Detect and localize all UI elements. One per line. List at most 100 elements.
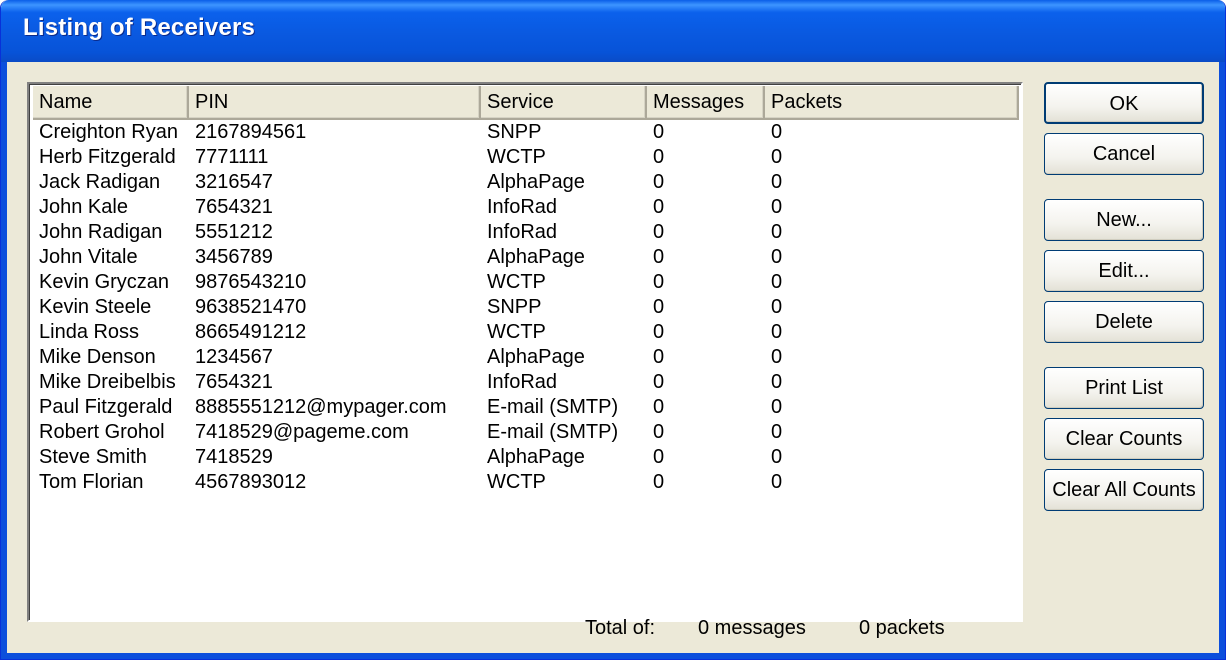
- clear-all-counts-button[interactable]: Clear All Counts: [1044, 469, 1204, 511]
- cell-messages: 0: [653, 446, 665, 468]
- cell-messages: 0: [653, 146, 665, 168]
- table-row[interactable]: Kevin Gryczan 9876543210 WCTP 0 0: [33, 270, 1019, 295]
- cell-pin: 8665491212: [195, 321, 307, 343]
- cell-messages: 0: [653, 271, 665, 293]
- cell-name: Kevin Gryczan: [39, 271, 170, 293]
- cell-packets: 0: [771, 221, 783, 243]
- column-header-pin[interactable]: PIN: [189, 86, 481, 120]
- cell-name: Jack Radigan: [39, 171, 161, 193]
- window-border-left: [1, 62, 7, 659]
- new-button[interactable]: New...: [1044, 199, 1204, 241]
- cell-pin: 9638521470: [195, 296, 307, 318]
- table-row[interactable]: Jack Radigan 3216547 AlphaPage 0 0: [33, 170, 1019, 195]
- edit-button[interactable]: Edit...: [1044, 250, 1204, 292]
- table-row[interactable]: Tom Florian 4567893012 WCTP 0 0: [33, 470, 1019, 495]
- table-row[interactable]: Mike Dreibelbis 7654321 InfoRad 0 0: [33, 370, 1019, 395]
- cell-name: John Vitale: [39, 246, 138, 268]
- cell-service: E-mail (SMTP): [487, 396, 619, 418]
- cell-messages: 0: [653, 221, 665, 243]
- table-row[interactable]: Creighton Ryan 2167894561 SNPP 0 0: [33, 120, 1019, 145]
- cell-name: John Kale: [39, 196, 128, 218]
- cell-service: AlphaPage: [487, 346, 585, 368]
- cell-pin: 7418529@pageme.com: [195, 421, 409, 443]
- list-rows: Creighton Ryan 2167894561 SNPP 0 0 Herb Fitzg…: [33, 120, 1019, 495]
- cell-service: WCTP: [487, 321, 546, 343]
- cell-service: WCTP: [487, 146, 546, 168]
- cell-service: AlphaPage: [487, 446, 585, 468]
- cell-pin: 7771111: [195, 146, 269, 168]
- cell-pin: 7654321: [195, 196, 273, 218]
- window-border-bottom: [1, 653, 1225, 659]
- cell-pin: 2167894561: [195, 121, 307, 143]
- cell-messages: 0: [653, 371, 665, 393]
- cell-packets: 0: [771, 296, 783, 318]
- title-bar[interactable]: Listing of Receivers: [1, 0, 1225, 62]
- table-row[interactable]: Steve Smith 7418529 AlphaPage 0 0: [33, 445, 1019, 470]
- cell-pin: 3216547: [195, 171, 273, 193]
- cell-service: SNPP: [487, 121, 542, 143]
- cell-messages: 0: [653, 246, 665, 268]
- cell-service: WCTP: [487, 471, 546, 493]
- column-header-name[interactable]: Name: [33, 86, 189, 120]
- cell-name: Tom Florian: [39, 471, 144, 493]
- receivers-list[interactable]: Name PIN Service Messages Packets Creigh…: [27, 82, 1023, 622]
- column-header-messages[interactable]: Messages: [647, 86, 765, 120]
- table-row[interactable]: Herb Fitzgerald 7771111 WCTP 0 0: [33, 145, 1019, 170]
- cell-service: SNPP: [487, 296, 542, 318]
- cell-packets: 0: [771, 271, 783, 293]
- cell-packets: 0: [771, 346, 783, 368]
- cell-pin: 5551212: [195, 221, 273, 243]
- window-title: Listing of Receivers: [23, 14, 256, 41]
- cell-packets: 0: [771, 371, 783, 393]
- cell-packets: 0: [771, 471, 783, 493]
- cell-packets: 0: [771, 246, 783, 268]
- cell-messages: 0: [653, 196, 665, 218]
- cell-name: Steve Smith: [39, 446, 147, 468]
- cell-pin: 9876543210: [195, 271, 307, 293]
- cell-pin: 1234567: [195, 346, 273, 368]
- cell-service: AlphaPage: [487, 171, 585, 193]
- table-row[interactable]: Kevin Steele 9638521470 SNPP 0 0: [33, 295, 1019, 320]
- cell-messages: 0: [653, 471, 665, 493]
- cell-name: Linda Ross: [39, 321, 140, 343]
- delete-button[interactable]: Delete: [1044, 301, 1204, 343]
- receivers-dialog: Listing of Receivers Name PIN Service Me…: [0, 0, 1226, 660]
- cell-packets: 0: [771, 446, 783, 468]
- cell-service: WCTP: [487, 271, 546, 293]
- column-header-packets[interactable]: Packets: [765, 86, 1019, 120]
- table-row[interactable]: Mike Denson 1234567 AlphaPage 0 0: [33, 345, 1019, 370]
- cell-packets: 0: [771, 421, 783, 443]
- cell-messages: 0: [653, 396, 665, 418]
- cell-packets: 0: [771, 396, 783, 418]
- cell-service: AlphaPage: [487, 246, 585, 268]
- cell-service: InfoRad: [487, 196, 558, 218]
- table-row[interactable]: John Kale 7654321 InfoRad 0 0: [33, 195, 1019, 220]
- table-row[interactable]: Linda Ross 8665491212 WCTP 0 0: [33, 320, 1019, 345]
- cell-packets: 0: [771, 121, 783, 143]
- cell-name: Creighton Ryan: [39, 121, 178, 143]
- cell-name: Kevin Steele: [39, 296, 152, 318]
- cell-messages: 0: [653, 321, 665, 343]
- cell-name: Robert Grohol: [39, 421, 165, 443]
- table-row[interactable]: Robert Grohol 7418529@pageme.com E-mail (S…: [33, 420, 1019, 445]
- total-label: Total of:: [585, 617, 656, 639]
- table-row[interactable]: John Radigan 5551212 InfoRad 0 0: [33, 220, 1019, 245]
- column-header-service[interactable]: Service: [481, 86, 647, 120]
- ok-button[interactable]: OK: [1044, 82, 1204, 124]
- cell-name: John Radigan: [39, 221, 163, 243]
- table-row[interactable]: Paul Fitzgerald 8885551212@mypager.com E-m…: [33, 395, 1019, 420]
- clear-counts-button[interactable]: Clear Counts: [1044, 418, 1204, 460]
- cell-service: E-mail (SMTP): [487, 421, 619, 443]
- cell-name: Herb Fitzgerald: [39, 146, 176, 168]
- table-row[interactable]: John Vitale 3456789 AlphaPage 0 0: [33, 245, 1019, 270]
- cell-messages: 0: [653, 171, 665, 193]
- print-list-button[interactable]: Print List: [1044, 367, 1204, 409]
- cell-name: Mike Dreibelbis: [39, 371, 176, 393]
- cell-pin: 7654321: [195, 371, 273, 393]
- cell-service: InfoRad: [487, 371, 558, 393]
- cell-name: Paul Fitzgerald: [39, 396, 173, 418]
- cell-pin: 4567893012: [195, 471, 307, 493]
- cancel-button[interactable]: Cancel: [1044, 133, 1204, 175]
- cell-messages: 0: [653, 121, 665, 143]
- cell-name: Mike Denson: [39, 346, 156, 368]
